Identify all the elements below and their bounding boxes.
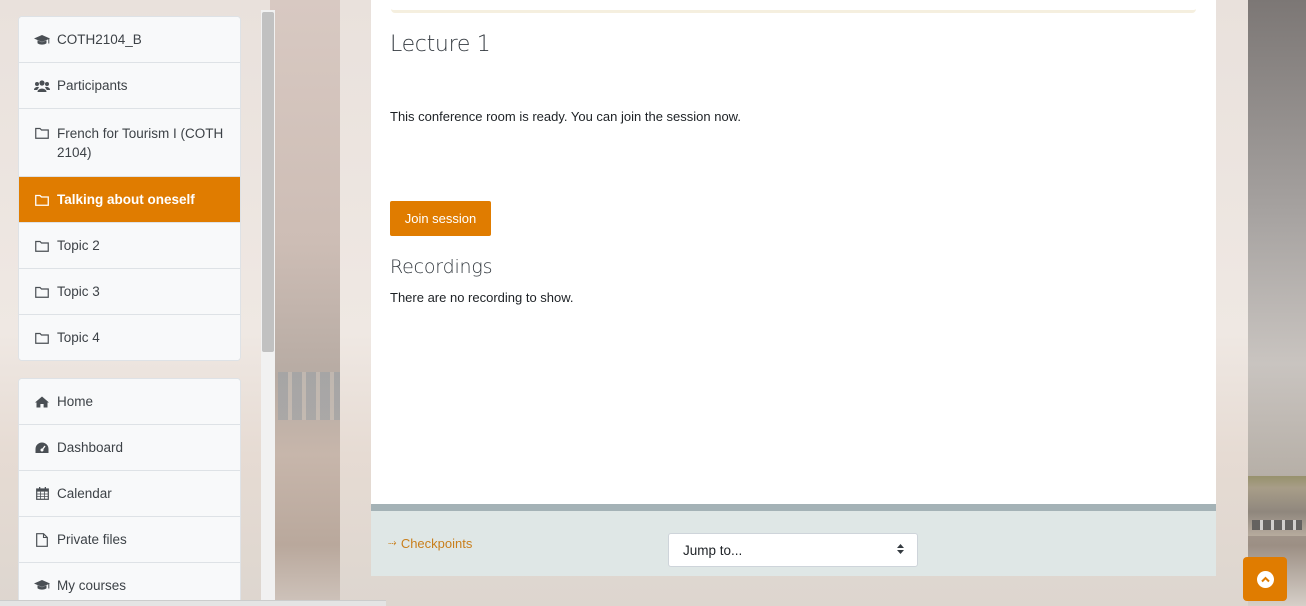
background-building-right [1248,476,1306,536]
nav-item-topic-3[interactable]: Topic 3 [19,269,240,315]
nav-item-dashboard[interactable]: Dashboard [19,425,240,471]
drawer-scrollbar-thumb[interactable] [262,12,274,352]
folder-icon [34,240,50,252]
chevron-up-icon [1256,570,1274,588]
nav-item-participants[interactable]: Participants [19,63,240,109]
nav-item-calendar[interactable]: Calendar [19,471,240,517]
arrow-left-icon: ⤑ [388,537,397,549]
folder-icon [34,286,50,298]
nav-item-course[interactable]: COTH2104_B [19,17,240,63]
nav-item-label: Talking about oneself [57,192,195,207]
nav-item-label: Private files [57,532,127,547]
status-strip [0,600,386,606]
folder-icon [34,332,50,344]
graduation-cap-icon [34,579,50,591]
activity-title: Lecture 1 [390,32,491,57]
nav-item-talking-about-oneself[interactable]: Talking about oneself [19,177,240,223]
background-building [278,372,340,420]
back-to-top-button[interactable] [1243,557,1287,601]
background-image-left [270,0,340,606]
jump-to-select[interactable]: Jump to... [668,533,918,567]
folder-icon [34,194,50,206]
conference-status-message: This conference room is ready. You can j… [390,109,741,124]
nav-item-topic-4[interactable]: Topic 4 [19,315,240,360]
folder-icon [34,124,50,139]
course-navigation: COTH2104_B Participants French for Touri… [18,16,241,361]
file-icon [34,532,50,547]
recordings-empty-message: There are no recording to show. [390,290,574,305]
nav-item-label: Topic 2 [57,238,100,253]
sort-caret-icon [897,543,904,557]
dashboard-icon [34,442,50,454]
nav-item-home[interactable]: Home [19,379,240,425]
nav-item-course-section[interactable]: French for Tourism I (COTH 2104) [19,109,240,177]
join-session-button[interactable]: Join session [390,201,491,236]
calendar-icon [34,487,50,500]
nav-item-private-files[interactable]: Private files [19,517,240,563]
checkpoints-link[interactable]: ⤑ Checkpoints [388,536,472,551]
nav-item-topic-2[interactable]: Topic 2 [19,223,240,269]
users-icon [34,79,50,92]
nav-item-label: Topic 4 [57,330,100,345]
graduation-cap-icon [34,34,50,46]
nav-item-label: My courses [57,577,127,593]
site-navigation: Home Dashboard Calendar Private files My… [18,378,241,606]
home-icon [34,396,50,408]
nav-item-label: Participants [57,78,128,93]
main-content: Lecture 1 This conference room is ready.… [371,0,1216,505]
nav-item-label: Calendar [57,486,112,501]
activity-navigation-bar: ⤑ Checkpoints Jump to... [371,504,1216,576]
jump-to-value: Jump to... [683,542,743,558]
nav-item-label: Home [57,394,94,409]
checkpoints-label: Checkpoints [400,536,473,551]
nav-item-label: French for Tourism I (COTH 2104) [57,126,224,160]
notice-bar [391,0,1196,13]
recordings-heading: Recordings [390,256,493,278]
nav-item-label: COTH2104_B [57,32,142,47]
drawer-scrollbar[interactable] [261,10,275,606]
nav-item-label: Dashboard [57,440,124,455]
nav-item-label: Topic 3 [57,284,100,299]
